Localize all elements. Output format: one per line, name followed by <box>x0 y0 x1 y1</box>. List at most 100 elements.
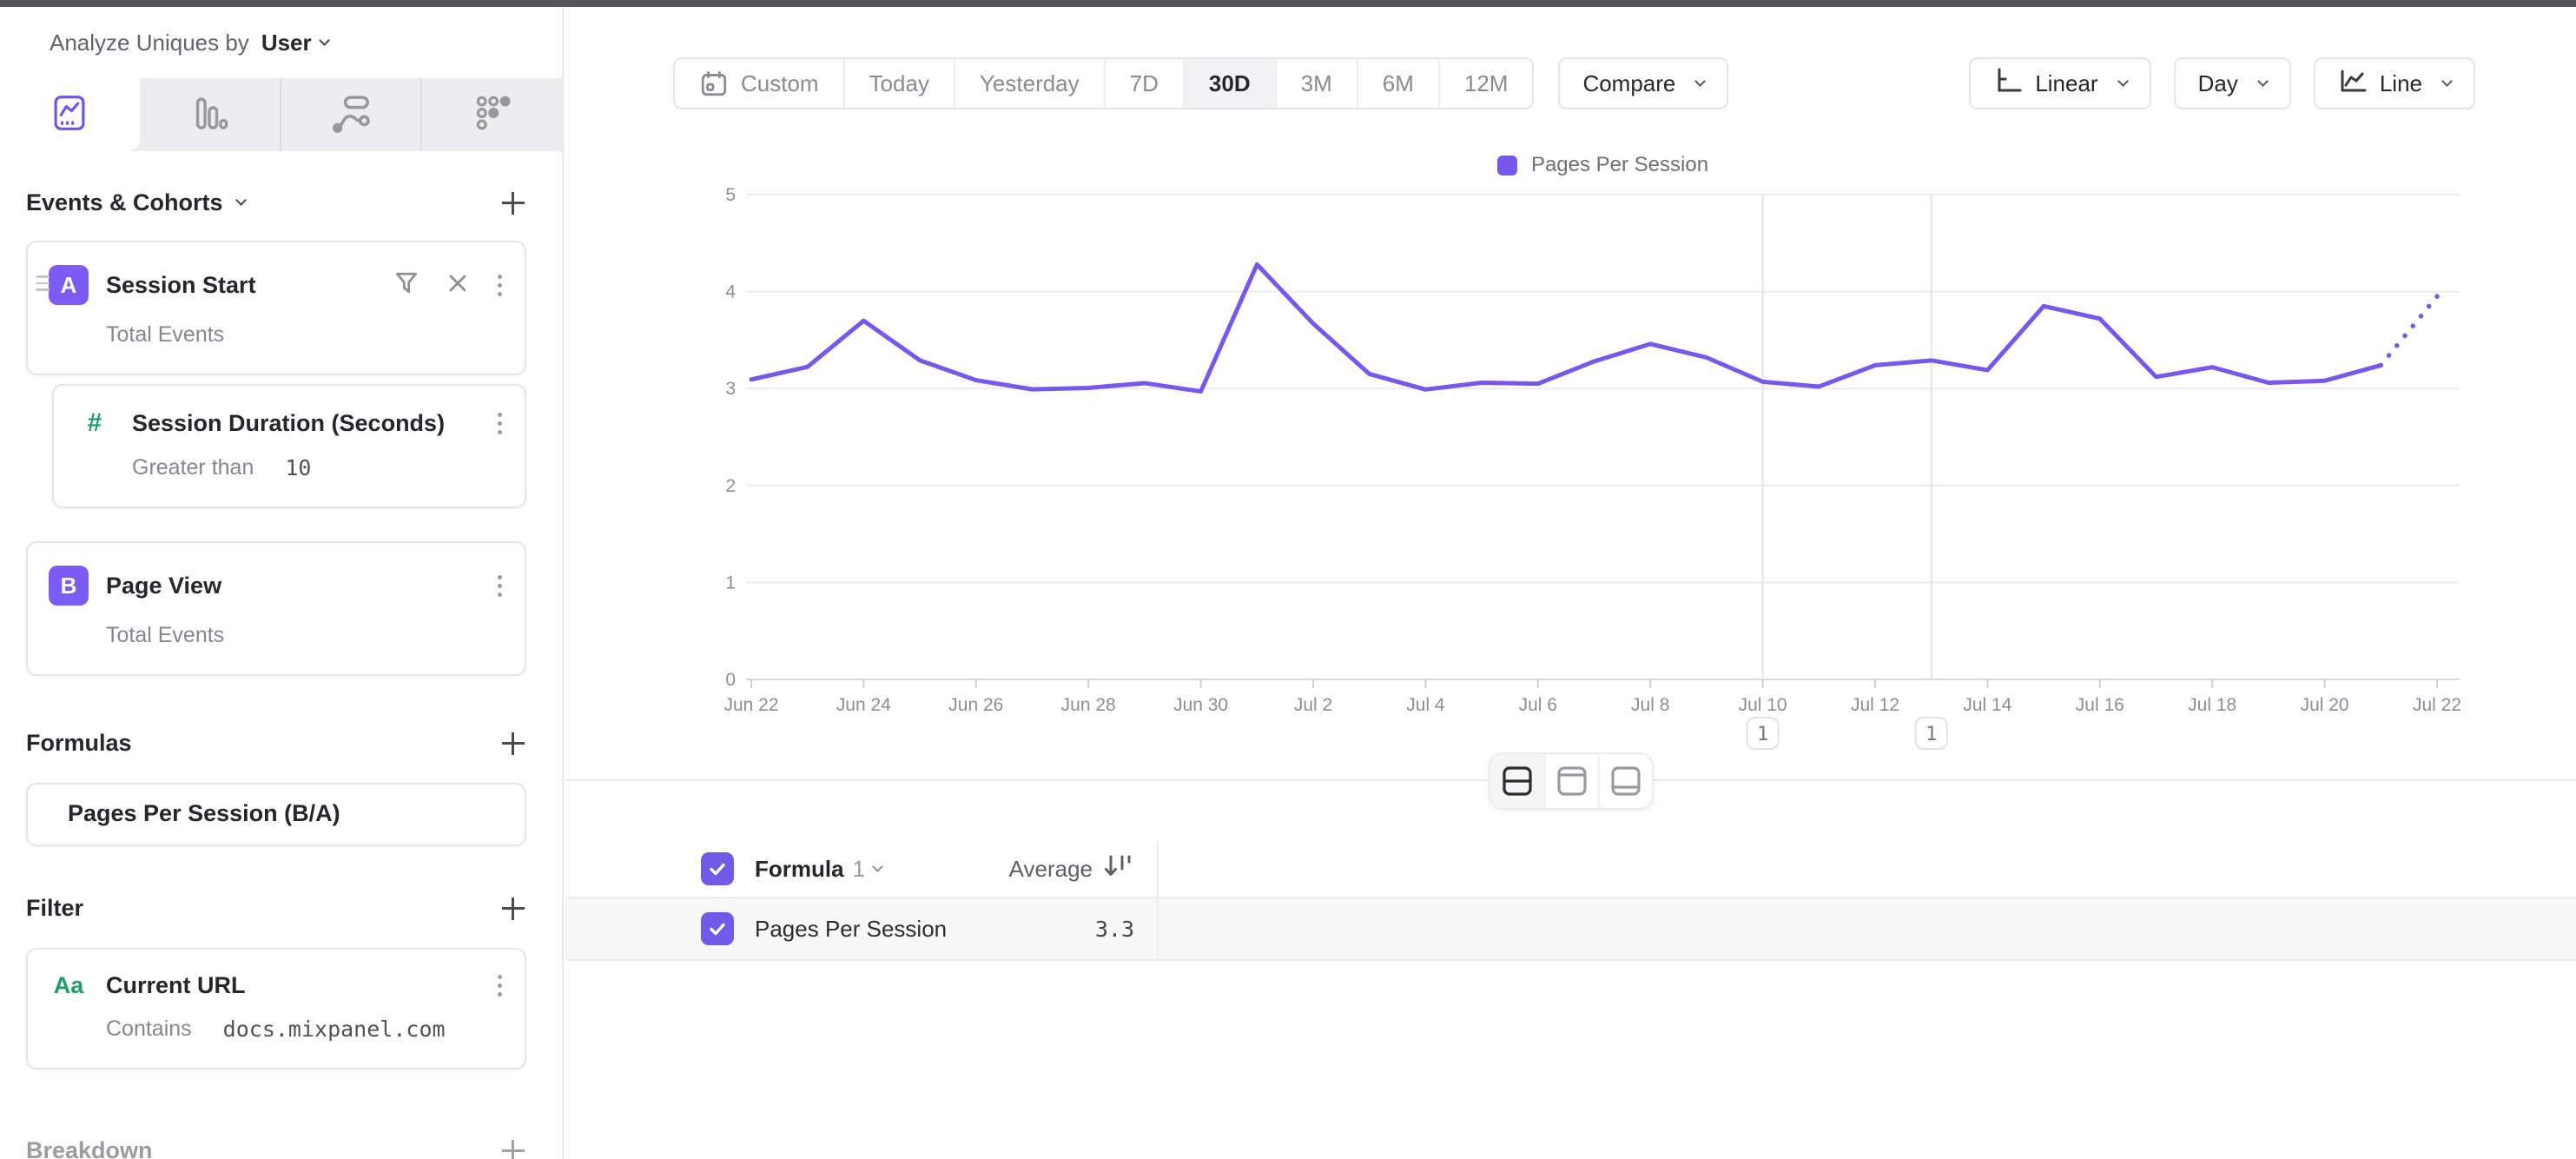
filter-funnel-icon[interactable] <box>393 270 419 301</box>
average-column-header[interactable]: Average <box>1009 856 1093 883</box>
window-top-edge <box>0 0 2576 7</box>
date-range-label: 6M <box>1383 70 1414 97</box>
formula-column-header[interactable]: Formula <box>755 856 844 883</box>
filter-value[interactable]: 10 <box>285 455 311 480</box>
svg-text:3: 3 <box>725 379 736 399</box>
date-range-option[interactable]: 7D <box>1104 59 1183 108</box>
svg-text:Jun 28: Jun 28 <box>1061 695 1116 715</box>
retention-grid-icon <box>473 94 512 136</box>
property-title[interactable]: Session Duration (Seconds) <box>132 410 496 437</box>
chevron-down-icon[interactable] <box>872 861 883 872</box>
series-legend-label[interactable]: Pages Per Session <box>1531 153 1708 177</box>
chart-type-label: Line <box>2380 70 2422 97</box>
chevron-down-icon <box>1695 76 1707 87</box>
events-cohorts-title: Events & Cohorts <box>26 189 223 216</box>
calendar-icon <box>699 69 741 98</box>
kebab-menu-icon[interactable] <box>496 973 504 998</box>
formulas-title: Formulas <box>26 730 132 757</box>
filter-card-current-url[interactable]: Aa Current URL Contains docs.mixpanel.co… <box>26 948 526 1070</box>
numeric-property-icon: # <box>75 408 115 438</box>
analyze-header: Analyze Uniques by User <box>0 7 562 78</box>
date-range-label: Custom <box>741 70 819 97</box>
sort-descending-icon[interactable] <box>1103 852 1134 886</box>
tab-retention[interactable] <box>420 78 562 151</box>
property-filter-card-duration[interactable]: # Session Duration (Seconds) Greater tha… <box>52 384 526 508</box>
event-card-session-start[interactable]: A Session Start <box>26 241 526 375</box>
interval-selector-button[interactable]: Day <box>2174 57 2291 109</box>
breakdown-header: Breakdown <box>26 1137 526 1159</box>
compare-button[interactable]: Compare <box>1558 57 1728 109</box>
event-letter-badge: A <box>49 265 89 305</box>
chevron-down-icon[interactable] <box>235 195 247 206</box>
kebab-menu-icon[interactable] <box>496 573 504 599</box>
interval-label: Day <box>2198 70 2238 97</box>
chart-only-view-button[interactable] <box>1544 754 1598 808</box>
date-range-option[interactable]: Today <box>843 59 954 108</box>
table-layout-toggle <box>1489 752 1654 810</box>
average-value: 3.3 <box>1095 917 1134 942</box>
date-range-option[interactable]: Yesterday <box>954 59 1104 108</box>
kebab-menu-icon[interactable] <box>496 273 504 298</box>
select-all-checkbox[interactable] <box>701 852 734 885</box>
filter-value[interactable]: docs.mixpanel.com <box>223 1017 446 1042</box>
split-view-button[interactable] <box>1490 754 1544 808</box>
date-range-option[interactable]: 12M <box>1438 59 1533 108</box>
event-title[interactable]: Session Start <box>106 272 393 299</box>
kebab-menu-icon[interactable] <box>496 411 504 436</box>
formulas-header: Formulas <box>26 730 526 757</box>
date-range-option[interactable]: Custom <box>675 59 843 108</box>
event-title[interactable]: Page View <box>106 573 496 599</box>
drag-handle-icon[interactable] <box>36 275 50 291</box>
add-filter-button[interactable] <box>500 896 526 922</box>
svg-text:Jun 30: Jun 30 <box>1173 695 1228 715</box>
svg-text:0: 0 <box>725 670 736 690</box>
svg-text:Jun 24: Jun 24 <box>836 695 891 715</box>
table-row[interactable]: Pages Per Session 3.3 <box>565 898 2576 961</box>
date-range-option[interactable]: 30D <box>1183 59 1275 108</box>
add-breakdown-button[interactable] <box>500 1138 526 1159</box>
event-measure[interactable]: Total Events <box>106 322 224 348</box>
date-range-label: 12M <box>1464 70 1509 97</box>
add-formula-button[interactable] <box>500 731 526 757</box>
report-main-area: Custom Today Yesterday 7D 30D 3M <box>565 7 2576 1159</box>
date-range-label: 7D <box>1130 70 1159 97</box>
report-type-tabs <box>0 78 562 151</box>
table-header-row: Formula 1 Average <box>565 841 2576 898</box>
svg-text:Jul 14: Jul 14 <box>1963 695 2011 715</box>
tab-insights[interactable] <box>0 78 140 151</box>
date-range-option[interactable]: 3M <box>1275 59 1357 108</box>
remove-event-icon[interactable] <box>446 271 470 300</box>
chevron-down-icon <box>2441 76 2453 87</box>
date-range-option[interactable]: 6M <box>1357 59 1438 108</box>
series-row-name[interactable]: Pages Per Session <box>755 916 947 943</box>
svg-text:Jul 6: Jul 6 <box>1519 695 1557 715</box>
row-checkbox[interactable] <box>701 912 734 945</box>
analyze-unit-dropdown[interactable]: User <box>261 30 312 56</box>
chart-type-selector-button[interactable]: Line <box>2314 57 2475 109</box>
chevron-down-icon <box>2117 76 2129 87</box>
event-measure[interactable]: Total Events <box>106 623 224 648</box>
event-letter-badge: B <box>49 566 89 606</box>
scale-selector-button[interactable]: Linear <box>1969 57 2150 109</box>
filter-property-title[interactable]: Current URL <box>106 972 496 999</box>
table-only-view-button[interactable] <box>1598 754 1652 808</box>
tab-bar-report[interactable] <box>140 78 280 151</box>
series-color-swatch <box>1497 156 1517 176</box>
formula-card[interactable]: Pages Per Session (B/A) <box>26 783 526 846</box>
svg-text:1: 1 <box>1757 724 1768 745</box>
event-card-page-view[interactable]: B Page View Total Events <box>26 541 526 676</box>
svg-text:1: 1 <box>725 573 736 593</box>
svg-text:Jul 4: Jul 4 <box>1406 695 1445 715</box>
sidebar-sections: Events & Cohorts A Session Start <box>0 189 562 1159</box>
filter-operator[interactable]: Greater than <box>132 455 254 480</box>
tab-flows[interactable] <box>280 78 421 151</box>
formula-expression[interactable]: Pages Per Session (B/A) <box>68 800 504 827</box>
date-range-label: 3M <box>1301 70 1332 97</box>
formula-number: 1 <box>853 856 865 883</box>
add-event-button[interactable] <box>500 190 526 216</box>
svg-text:Jul 18: Jul 18 <box>2188 695 2236 715</box>
filter-operator[interactable]: Contains <box>106 1017 192 1042</box>
svg-text:Jul 20: Jul 20 <box>2301 695 2349 715</box>
filter-header: Filter <box>26 895 526 922</box>
line-chart-icon <box>50 94 89 136</box>
